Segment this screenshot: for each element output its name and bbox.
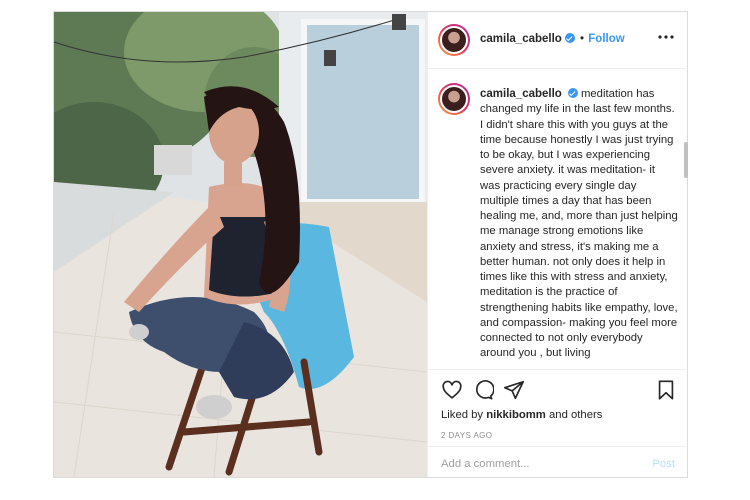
bookmark-icon[interactable] [655,379,677,401]
share-icon[interactable] [503,379,525,401]
heart-icon[interactable] [441,379,463,401]
comment-icon[interactable] [472,379,495,401]
author-meta: camila_cabello • Follow [480,33,625,45]
follow-button[interactable]: Follow [588,33,624,45]
caption-scrollbar[interactable] [684,142,688,178]
post-photo[interactable] [54,12,427,477]
caption-area[interactable]: camila_cabello meditation has changed my… [428,70,688,360]
photo-illustration [54,12,427,477]
likes-summary[interactable]: Liked by nikkibomm and others [441,409,602,421]
caption-verified-badge-icon [567,88,578,98]
author-username[interactable]: camila_cabello [480,33,562,45]
avatar[interactable] [438,24,470,56]
post-side-panel: camila_cabello • Follow camila_cabello m… [427,12,688,477]
post-comment-button[interactable]: Post [652,458,675,470]
verified-badge-icon [564,33,575,43]
caption-avatar[interactable] [438,83,470,115]
post-timestamp[interactable]: 2 days ago [441,431,492,440]
comment-box: Post [428,446,688,478]
more-horizontal-icon[interactable] [657,30,675,44]
caption-body: meditation has changed my life in the la… [480,88,678,360]
likes-user[interactable]: nikkibomm [486,409,546,421]
caption-username[interactable]: camila_cabello [480,88,562,100]
separator-dot: • [580,33,585,45]
post-actions: Liked by nikkibomm and others 2 days ago… [428,369,688,477]
caption-text: camila_cabello meditation has changed my… [480,87,678,360]
likes-prefix: Liked by [441,409,484,421]
post-header: camila_cabello • Follow [428,12,688,69]
likes-suffix[interactable]: and others [549,409,602,421]
comment-input[interactable] [441,454,631,474]
action-icons [441,379,677,401]
post-card: camila_cabello • Follow camila_cabello m… [53,11,688,478]
